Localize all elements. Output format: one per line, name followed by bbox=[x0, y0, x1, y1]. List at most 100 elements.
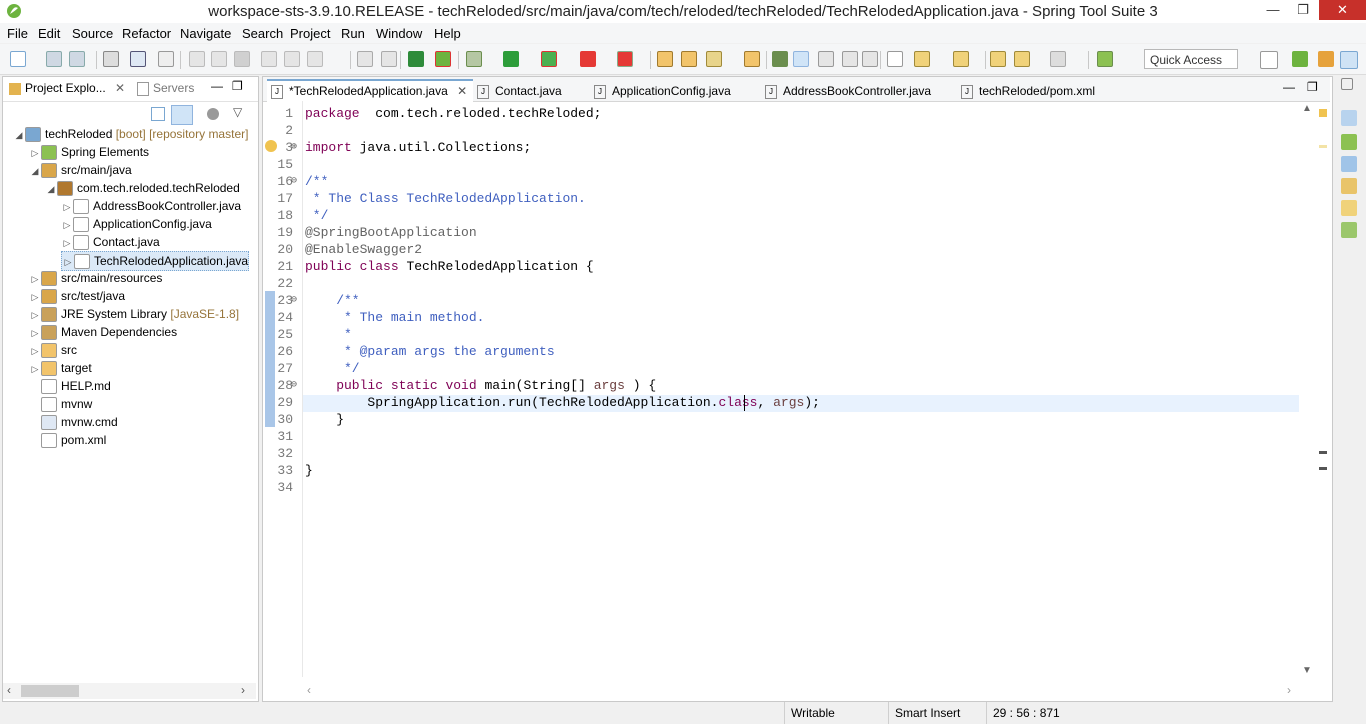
minimize-button[interactable]: — bbox=[1258, 0, 1288, 20]
editor-tab[interactable]: J *TechRelodedApplication.java ✕ bbox=[267, 79, 473, 103]
view-menu-icon[interactable]: ▽ bbox=[233, 105, 242, 119]
code-line[interactable]: 16 ⊖ /** bbox=[263, 173, 1300, 190]
scroll-left-icon[interactable]: ‹ bbox=[7, 683, 11, 697]
step-return-icon[interactable] bbox=[307, 51, 323, 67]
drop-frame-icon[interactable] bbox=[357, 51, 373, 67]
resume-icon[interactable] bbox=[189, 51, 205, 67]
menu-refactor[interactable]: Refactor bbox=[122, 26, 171, 41]
tree-item[interactable]: mvnw bbox=[29, 395, 92, 413]
tree-item[interactable]: ▷ Maven Dependencies bbox=[29, 323, 177, 341]
new-icon[interactable] bbox=[10, 51, 26, 67]
tab-servers[interactable]: Servers bbox=[137, 81, 194, 96]
code-line[interactable]: 28 ⊖ public static void main(String[] arg… bbox=[263, 377, 1300, 394]
chevron-right-icon[interactable]: ▷ bbox=[61, 234, 73, 252]
menu-navigate[interactable]: Navigate bbox=[180, 26, 231, 41]
code-line[interactable]: 27 */ bbox=[263, 360, 1300, 377]
back-icon[interactable] bbox=[1014, 51, 1030, 67]
menu-project[interactable]: Project bbox=[290, 26, 330, 41]
editor-tab[interactable]: J Contact.java bbox=[473, 81, 592, 101]
menu-file[interactable]: File bbox=[7, 26, 28, 41]
spring-perspective-icon[interactable] bbox=[1292, 51, 1308, 67]
pin-editor-icon[interactable] bbox=[1097, 51, 1113, 67]
code-line[interactable]: 23 ⊖ /** bbox=[263, 292, 1300, 309]
open-type-icon[interactable] bbox=[657, 51, 673, 67]
chevron-down-icon[interactable]: ◢ bbox=[45, 180, 57, 198]
boot-dashboard-icon[interactable] bbox=[408, 51, 424, 67]
forward-icon[interactable] bbox=[1050, 51, 1066, 67]
chevron-right-icon[interactable]: ▷ bbox=[29, 360, 41, 378]
collapse-fold-icon[interactable]: ⊖ bbox=[291, 173, 297, 190]
chevron-right-icon[interactable]: ▷ bbox=[61, 216, 73, 234]
scroll-right-icon[interactable]: › bbox=[241, 683, 245, 697]
code-line[interactable]: 18 */ bbox=[263, 207, 1300, 224]
code-line[interactable]: 21 public class TechRelodedApplication { bbox=[263, 258, 1300, 275]
filter-icon[interactable] bbox=[207, 108, 219, 120]
chevron-right-icon[interactable]: ▷ bbox=[29, 342, 41, 360]
coverage-icon[interactable] bbox=[541, 51, 557, 67]
link-with-editor-icon[interactable] bbox=[171, 105, 193, 125]
use-step-filters-icon[interactable] bbox=[381, 51, 397, 67]
suspend-icon[interactable] bbox=[211, 51, 227, 67]
editor-tab[interactable]: JtechReloded/pom.xml bbox=[957, 81, 1111, 101]
terminal-icon[interactable] bbox=[130, 51, 146, 67]
vertical-scrollbar[interactable]: ▲ ▼ bbox=[1300, 101, 1314, 679]
relaunch-icon[interactable] bbox=[435, 51, 451, 67]
chevron-right-icon[interactable]: ▷ bbox=[29, 324, 41, 342]
tree-item[interactable]: ▷ AddressBookController.java bbox=[61, 197, 241, 215]
chevron-right-icon[interactable]: ▷ bbox=[61, 198, 73, 216]
spring-boot-icon[interactable] bbox=[772, 51, 788, 67]
tab-project-explorer[interactable]: Project Explo... ✕ bbox=[9, 81, 125, 95]
minimize-view-icon[interactable]: — bbox=[211, 79, 223, 93]
menu-window[interactable]: Window bbox=[376, 26, 422, 41]
java-perspective-icon[interactable] bbox=[1318, 51, 1334, 67]
search-icon[interactable] bbox=[706, 51, 722, 67]
code-line[interactable]: 33} bbox=[263, 462, 1300, 479]
menu-help[interactable]: Help bbox=[434, 26, 461, 41]
menu-source[interactable]: Source bbox=[72, 26, 113, 41]
tree-item[interactable]: ◢ src/main/java bbox=[29, 161, 132, 179]
tree-item[interactable]: ▷ src bbox=[29, 341, 77, 359]
maximize-editor-icon[interactable]: ❐ bbox=[1307, 80, 1318, 94]
quick-access-input[interactable]: Quick Access bbox=[1144, 49, 1238, 69]
debug-icon[interactable] bbox=[466, 51, 482, 67]
chevron-right-icon[interactable]: ▷ bbox=[29, 270, 41, 288]
code-line[interactable]: 26 * @param args the arguments bbox=[263, 343, 1300, 360]
toggle-block-icon[interactable] bbox=[818, 51, 834, 67]
junit-icon[interactable] bbox=[1341, 222, 1357, 238]
tree-item[interactable]: HELP.md bbox=[29, 377, 111, 395]
minimize-editor-icon[interactable]: — bbox=[1283, 80, 1295, 94]
code-line[interactable]: 32 bbox=[263, 445, 1300, 462]
horizontal-scrollbar[interactable]: ‹ › bbox=[3, 683, 256, 699]
terminate-icon[interactable] bbox=[234, 51, 250, 67]
spring-explorer-icon[interactable] bbox=[1341, 134, 1357, 150]
code-area[interactable]: 1 package com.tech.reloded.techReloded; 2 3… bbox=[263, 101, 1330, 677]
menu-edit[interactable]: Edit bbox=[38, 26, 60, 41]
last-edit-icon[interactable] bbox=[990, 51, 1006, 67]
close-button[interactable]: ✕ bbox=[1319, 0, 1366, 20]
show-whitespace-icon[interactable] bbox=[862, 51, 878, 67]
mark-occurrences-icon[interactable] bbox=[793, 51, 809, 67]
save-icon[interactable] bbox=[46, 51, 62, 67]
maximize-button[interactable]: ❐ bbox=[1288, 0, 1318, 20]
skip-breakpoints-icon[interactable] bbox=[158, 51, 174, 67]
collapse-fold-icon[interactable]: ⊖ bbox=[291, 292, 297, 309]
next-annotation-icon[interactable] bbox=[914, 51, 930, 67]
console-icon[interactable] bbox=[103, 51, 119, 67]
tree-item[interactable]: pom.xml bbox=[29, 431, 106, 449]
code-line[interactable]: 22 bbox=[263, 275, 1300, 292]
code-line[interactable]: 3 ⊕ import java.util.Collections; bbox=[263, 139, 1300, 156]
code-line[interactable]: 25 * bbox=[263, 326, 1300, 343]
code-line[interactable]: 29 SpringApplication.run(TechRelodedAppl… bbox=[263, 394, 1300, 411]
tree-item[interactable]: ◢ techReloded [boot] [repository master] bbox=[13, 125, 248, 143]
collapse-all-icon[interactable] bbox=[151, 107, 165, 121]
step-into-icon[interactable] bbox=[261, 51, 277, 67]
hierarchy-icon[interactable] bbox=[1341, 156, 1357, 172]
tree-item[interactable]: ▷ src/test/java bbox=[29, 287, 125, 305]
step-over-icon[interactable] bbox=[284, 51, 300, 67]
chevron-right-icon[interactable]: ▷ bbox=[29, 144, 41, 162]
maximize-view-icon[interactable]: ❐ bbox=[232, 79, 243, 93]
tree-item[interactable]: ▷ JRE System Library [JavaSE-1.8] bbox=[29, 305, 239, 323]
menu-run[interactable]: Run bbox=[341, 26, 365, 41]
open-resource-icon[interactable] bbox=[744, 51, 760, 67]
tasks-icon[interactable] bbox=[1341, 200, 1357, 216]
